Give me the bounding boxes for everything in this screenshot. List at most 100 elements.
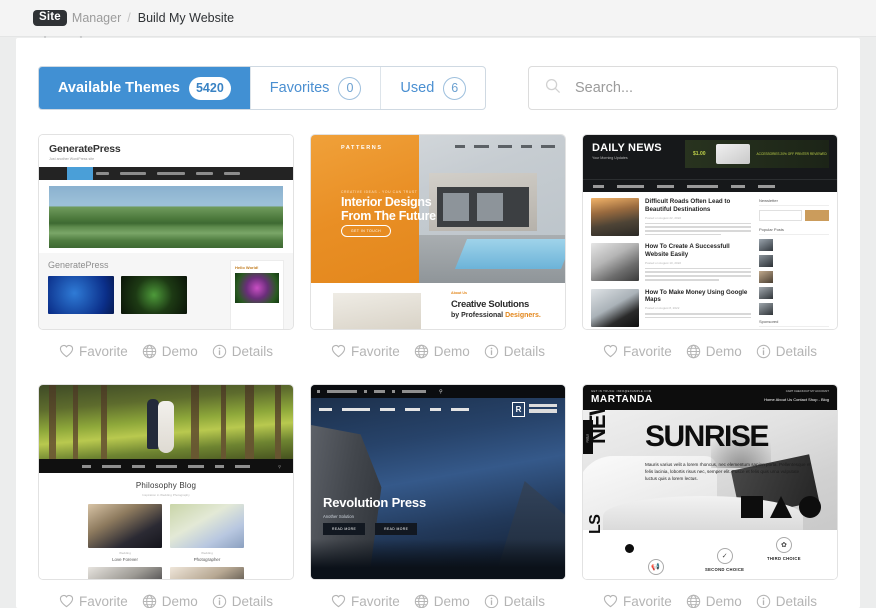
favorite-button[interactable]: Favorite	[603, 594, 672, 608]
favorite-label: Favorite	[622, 343, 672, 359]
mt-top-right: CART CHECKOUT MY ACCOUNT	[785, 389, 829, 393]
demo-button[interactable]: Demo	[414, 344, 470, 359]
wd-nav: ⚲	[39, 459, 293, 473]
info-icon	[484, 344, 499, 359]
demo-label: Demo	[161, 593, 198, 608]
tab-favorites[interactable]: Favorites 0	[251, 67, 382, 109]
tab-available-themes-count: 5420	[188, 76, 231, 100]
mt-shapes	[741, 496, 821, 518]
demo-button[interactable]: Demo	[142, 594, 198, 608]
favorite-label: Favorite	[78, 593, 128, 608]
theme-thumbnail-daily-news[interactable]: DAILY NEWS Your Morning Updates $1.00 AC…	[582, 134, 838, 330]
circle-icon	[799, 496, 821, 518]
wd-hero-image	[39, 385, 293, 459]
mt-choice-2: ✓ SECOND CHOICE	[705, 548, 744, 572]
pt-lower: About Us Creative Solutions by Professio…	[311, 283, 565, 329]
dn-article-title: How To Make Money Using Google Maps	[645, 288, 748, 304]
details-label: Details	[231, 593, 274, 608]
pt-nav	[455, 145, 555, 148]
mt-choice-1: 📢 FIRST CHOICE	[639, 559, 672, 579]
details-button[interactable]: Details	[484, 344, 545, 359]
demo-button[interactable]: Demo	[414, 594, 470, 608]
wd-image-2	[170, 504, 244, 548]
heart-icon	[59, 594, 74, 608]
rp-subheadline: Another Solution	[323, 514, 354, 519]
pt-lower-title: Creative Solutions	[451, 299, 530, 310]
dn-article-list: Difficult Roads Often Lead to Beautiful …	[591, 198, 751, 327]
theme-card-philosophy-blog[interactable]: ⚲ Philosophy Blog Inspiration in Wedding…	[38, 384, 294, 608]
mt-choice-3: ✿ THIRD CHOICE	[767, 537, 801, 561]
theme-card-daily-news[interactable]: DAILY NEWS Your Morning Updates $1.00 AC…	[582, 134, 838, 368]
theme-thumbnail-philosophy-blog[interactable]: ⚲ Philosophy Blog Inspiration in Wedding…	[38, 384, 294, 580]
favorite-button[interactable]: Favorite	[59, 594, 128, 608]
theme-thumbnail-martanda[interactable]: GET IN TOUCH: INFO@EXAMPLE.COM MARTANDA …	[582, 384, 838, 580]
tab-available-themes[interactable]: Available Themes 5420	[39, 67, 251, 109]
details-button[interactable]: Details	[212, 344, 273, 359]
details-label: Details	[775, 593, 818, 608]
dn-newsletter-heading: Newsletter	[759, 198, 829, 206]
mt-choice-2-label: SECOND CHOICE	[705, 567, 745, 572]
theme-actions-martanda: Favorite Demo Details	[582, 584, 838, 608]
dn-ad-price: $1.00	[693, 151, 706, 157]
details-button[interactable]: Details	[756, 594, 817, 608]
theme-actions-patterns: Favorite Demo Details	[310, 334, 566, 368]
gp-hero-image	[49, 186, 283, 248]
demo-button[interactable]: Demo	[142, 344, 198, 359]
demo-label: Demo	[433, 593, 470, 608]
mt-headline: SUNRISE	[645, 420, 769, 453]
details-button[interactable]: Details	[484, 594, 545, 608]
favorite-button[interactable]: Favorite	[603, 344, 672, 359]
dn-email-field[interactable]	[759, 210, 802, 221]
mt-lower-left: LS	[587, 514, 604, 534]
theme-card-generatepress[interactable]: GeneratePress Just another WordPress sit…	[38, 134, 294, 368]
theme-card-martanda[interactable]: GET IN TOUCH: INFO@EXAMPLE.COM MARTANDA …	[582, 384, 838, 608]
breadcrumb-site-badge[interactable]: Site	[33, 9, 67, 27]
dn-article: How To Create A Successfull Website Easi…	[591, 243, 751, 282]
gp-nav-active	[67, 167, 93, 180]
rp-topbar: ⚲	[311, 385, 565, 398]
search-input[interactable]	[575, 80, 805, 96]
favorite-label: Favorite	[350, 593, 400, 608]
wd-caption-2: Wedding Photographer	[170, 551, 244, 562]
dn-popular-heading: Popular Posts	[759, 227, 829, 235]
theme-thumbnail-patterns[interactable]: PATTERNS CREATIVE IDEAS - YOU CAN TRUST …	[310, 134, 566, 330]
mt-new-label: NEW!	[585, 410, 610, 444]
favorite-button[interactable]: Favorite	[331, 344, 400, 359]
favorite-label: Favorite	[350, 343, 400, 359]
heart-icon	[603, 594, 618, 608]
demo-button[interactable]: Demo	[686, 594, 742, 608]
theme-card-revolution-press[interactable]: ⚲ R Revolution Press Another Solution RE…	[310, 384, 566, 608]
theme-card-patterns[interactable]: PATTERNS CREATIVE IDEAS - YOU CAN TRUST …	[310, 134, 566, 368]
square-icon	[741, 496, 763, 518]
theme-thumbnail-generatepress[interactable]: GeneratePress Just another WordPress sit…	[38, 134, 294, 330]
wd-caption-2-meta: Wedding	[201, 551, 213, 555]
globe-icon	[142, 344, 157, 359]
pt-headline-line2: From The Future	[341, 208, 436, 223]
pt-lower-sub-plain: by Professional	[451, 312, 506, 319]
breadcrumb-manager[interactable]: Manager	[72, 11, 121, 25]
pt-headline-line1: Interior Designs	[341, 195, 432, 209]
details-button[interactable]: Details	[756, 344, 817, 359]
dn-signup-button[interactable]	[805, 210, 829, 221]
favorite-button[interactable]: Favorite	[59, 344, 128, 359]
details-button[interactable]: Details	[212, 594, 273, 608]
dn-article-meta: Posted on August 10, 2022	[645, 260, 682, 265]
breadcrumb-separator: /	[127, 11, 131, 25]
leaf-icon: ✿	[775, 537, 792, 553]
theme-actions-revolution-press: Favorite Demo Details	[310, 584, 566, 608]
tab-used[interactable]: Used 6	[381, 67, 485, 109]
info-icon	[756, 594, 771, 608]
favorite-button[interactable]: Favorite	[331, 594, 400, 608]
dn-article-meta: Posted on August 22, 2022	[645, 215, 682, 220]
theme-thumbnail-revolution-press[interactable]: ⚲ R Revolution Press Another Solution RE…	[310, 384, 566, 580]
pt-lower-sub: by Professional Designers.	[451, 312, 541, 319]
demo-button[interactable]: Demo	[686, 344, 742, 359]
wd-caption-1-meta: Wedding	[119, 551, 131, 555]
rp-headline: Revolution Press	[323, 495, 426, 510]
search-box[interactable]	[528, 66, 838, 110]
details-label: Details	[503, 343, 546, 359]
wd-subtitle: Inspiration in Wedding Photography	[142, 493, 190, 497]
wd-caption-1-label: Love Forever	[112, 557, 138, 562]
theme-actions-philosophy-blog: Favorite Demo Details	[38, 584, 294, 608]
gp-sidebar-image	[235, 273, 279, 303]
